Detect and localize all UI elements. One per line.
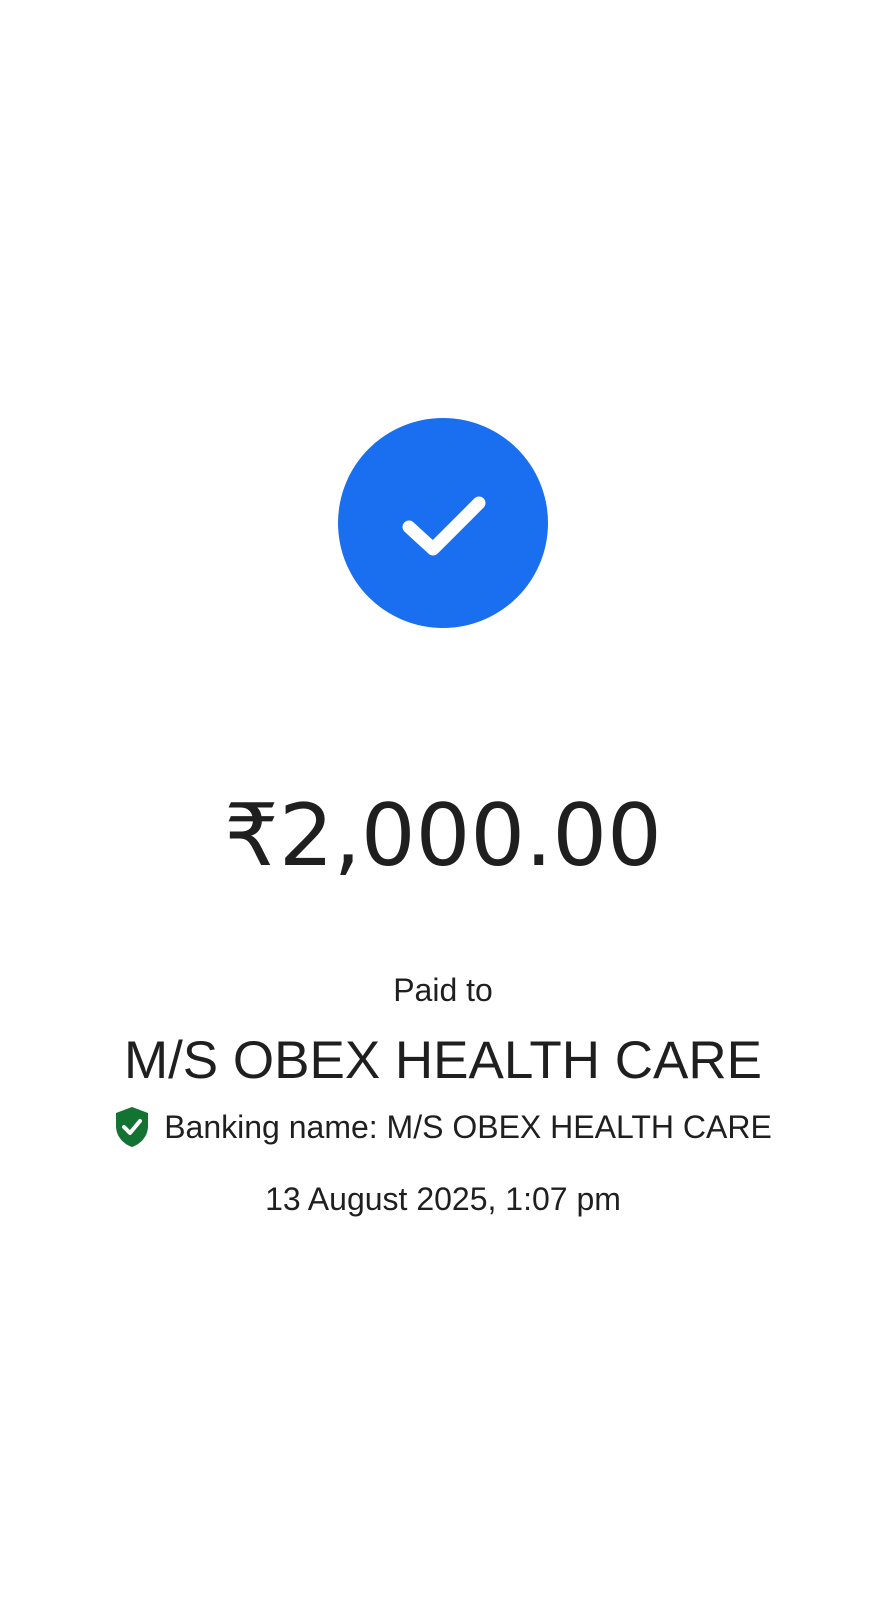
transaction-timestamp: 13 August 2025, 1:07 pm <box>265 1181 621 1217</box>
payment-success-screen: ₹2,000.00 Paid to M/S OBEX HEALTH CARE B… <box>0 0 886 1600</box>
banking-name-row: Banking name: M/S OBEX HEALTH CARE <box>0 1106 886 1148</box>
checkmark-icon <box>402 496 486 556</box>
success-badge <box>338 418 548 628</box>
banking-name-text: Banking name: M/S OBEX HEALTH CARE <box>164 1109 772 1145</box>
payee-name: M/S OBEX HEALTH CARE <box>123 1031 763 1090</box>
verified-shield-icon <box>116 1107 149 1147</box>
payment-amount: ₹2,000.00 <box>224 786 662 886</box>
paid-to-label: Paid to <box>393 972 493 1008</box>
